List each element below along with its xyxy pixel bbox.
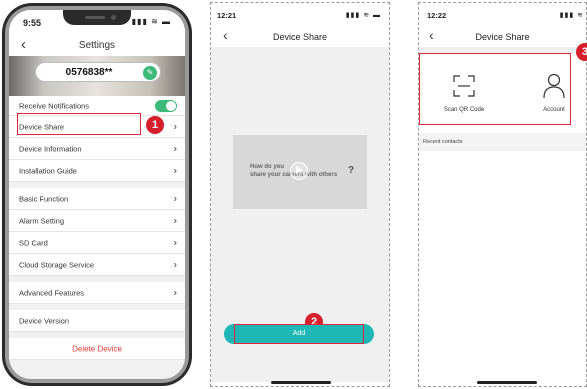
row-cloud-storage-service[interactable]: Cloud Storage Service ›	[9, 254, 185, 276]
row-label: Basic Function	[19, 194, 69, 203]
device-share-options-screen: 12:22 ▮▮▮ ≋ ‹ Device Share Scan QR Code …	[418, 2, 587, 387]
nav-bar: ‹ Settings	[9, 34, 185, 56]
row-basic-function[interactable]: Basic Function ›	[9, 188, 185, 210]
row-device-version: Device Version	[9, 310, 185, 332]
step-badge-1: 1	[146, 116, 164, 134]
highlight-box-add	[234, 324, 364, 344]
phone-mockup: 9:55 ▮▮▮ ≋ ▬ ‹ Settings 0576838** ✎ Rece…	[2, 3, 192, 386]
recent-contacts-section: Recent contacts	[419, 133, 586, 151]
page-title: Device Share	[475, 32, 530, 42]
row-label: Alarm Setting	[19, 216, 65, 225]
row-sd-card[interactable]: SD Card ›	[9, 232, 185, 254]
row-label: Device Information	[19, 144, 82, 153]
chevron-right-icon: ›	[173, 121, 177, 132]
device-id-pill: 0576838** ✎	[35, 62, 161, 82]
row-label: Installation Guide	[19, 166, 77, 175]
highlight-box-device-share	[17, 113, 141, 135]
chevron-right-icon: ›	[173, 193, 177, 204]
row-label: Advanced Features	[19, 288, 85, 297]
row-device-information[interactable]: Device Information ›	[9, 138, 185, 160]
row-advanced-features[interactable]: Advanced Features ›	[9, 282, 185, 304]
row-label: Cloud Storage Service	[19, 260, 95, 269]
question-mark-icon: ?	[348, 165, 355, 176]
page-title: Settings	[78, 40, 116, 51]
front-camera	[111, 15, 116, 20]
page-title: Device Share	[272, 32, 328, 42]
row-alarm-setting[interactable]: Alarm Setting ›	[9, 210, 185, 232]
status-time: 9:55	[23, 18, 42, 28]
status-icons: ▮▮▮ ≋	[559, 12, 584, 19]
status-time: 12:22	[427, 11, 447, 20]
row-label: Device Version	[19, 316, 70, 325]
chevron-right-icon: ›	[173, 287, 177, 298]
speaker-grille	[85, 16, 105, 19]
row-label: SD Card	[19, 238, 48, 247]
highlight-box-share-options	[419, 53, 571, 125]
edit-pencil-icon[interactable]: ✎	[143, 66, 157, 80]
how-to-share-video[interactable]: How do you share your camera with others…	[233, 135, 367, 209]
notifications-toggle[interactable]	[155, 99, 177, 112]
status-icons: ▮▮▮ ≋ ▬	[131, 17, 171, 26]
play-triangle	[296, 166, 303, 174]
device-id: 0576838**	[65, 67, 113, 78]
home-indicator	[271, 381, 331, 384]
row-installation-guide[interactable]: Installation Guide ›	[9, 160, 185, 182]
chevron-right-icon: ›	[173, 165, 177, 176]
chevron-right-icon: ›	[173, 237, 177, 248]
row-label: Receive Notifications	[19, 101, 90, 110]
settings-screen: 9:55 ▮▮▮ ≋ ▬ ‹ Settings 0576838** ✎ Rece…	[9, 10, 185, 379]
status-icons: ▮▮▮ ≋ ▬	[345, 12, 381, 19]
step-badge-3: 3	[576, 43, 587, 61]
device-banner: 0576838** ✎	[9, 56, 185, 96]
recent-contacts-label: Recent contacts	[423, 139, 463, 145]
chevron-right-icon: ›	[173, 215, 177, 226]
status-time: 12:21	[217, 11, 237, 20]
delete-device-button[interactable]: Delete Device	[9, 338, 185, 360]
toggle-knob	[166, 100, 176, 111]
delete-device-label: Delete Device	[72, 344, 122, 353]
home-indicator	[477, 381, 537, 384]
chevron-right-icon: ›	[173, 259, 177, 270]
chevron-right-icon: ›	[173, 143, 177, 154]
phone-notch	[63, 10, 131, 25]
device-share-screen: 12:21 ▮▮▮ ≋ ▬ ‹ Device Share How do you …	[210, 2, 390, 387]
play-icon[interactable]	[290, 162, 308, 180]
